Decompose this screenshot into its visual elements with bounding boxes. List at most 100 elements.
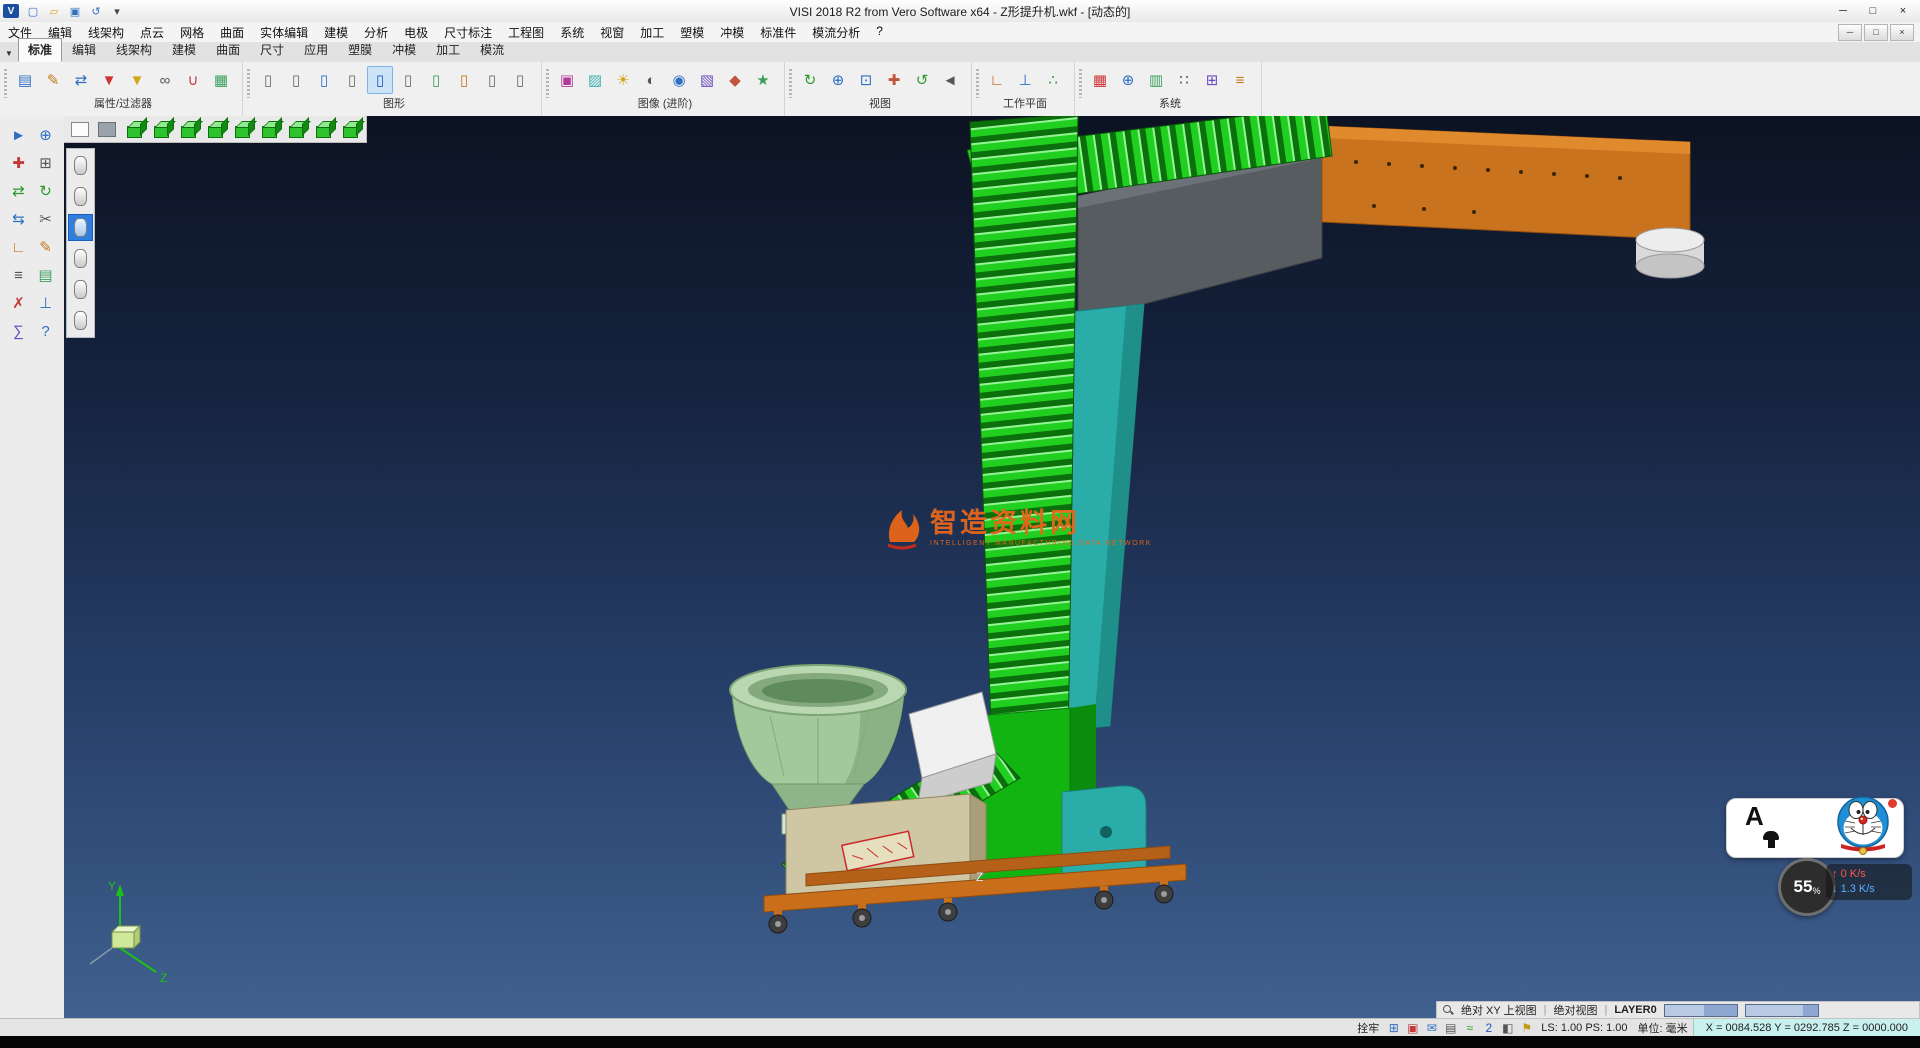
curve-display-icon[interactable]: ▯ (283, 66, 309, 94)
trim-icon[interactable]: ✂ (33, 206, 59, 232)
view-mode-label[interactable]: 绝对 XY 上视图 (1461, 1002, 1537, 1018)
camera-icon[interactable]: ◉ (666, 66, 692, 94)
save-icon[interactable]: ▣ (65, 3, 85, 20)
redraw-icon[interactable]: ↻ (797, 66, 823, 94)
rotate-icon[interactable]: ↻ (33, 178, 59, 204)
filter-yellow-icon[interactable]: ▼ (124, 66, 150, 94)
chain-filter-icon[interactable]: ∞ (152, 66, 178, 94)
material-icon[interactable]: ◆ (722, 66, 748, 94)
lighting-icon[interactable]: ☀ (610, 66, 636, 94)
workplane-icon[interactable]: ∟ (984, 66, 1010, 94)
doraemon-mascot-icon[interactable] (1835, 795, 1891, 857)
tab-mold[interactable]: 塑膜 (338, 38, 382, 62)
left-view-icon[interactable] (256, 118, 282, 141)
front-view-icon[interactable] (148, 118, 174, 141)
mesh-display-icon[interactable]: ▯ (367, 66, 393, 94)
maximize-button[interactable]: □ (1858, 1, 1888, 20)
flag-icon[interactable]: ⚑ (1517, 1021, 1536, 1035)
rotate-view-icon[interactable]: ↺ (909, 66, 935, 94)
os-taskbar[interactable] (0, 1036, 1920, 1048)
app-icon[interactable]: V (3, 4, 19, 18)
measure-icon[interactable]: ∟ (6, 234, 32, 260)
mdi-close-button[interactable]: × (1890, 24, 1914, 41)
workplane-side-icon[interactable]: ⊥ (33, 290, 59, 316)
stamp-tool-icon[interactable] (1763, 831, 1779, 848)
menu-window[interactable]: 视窗 (592, 22, 632, 43)
grid-table-icon[interactable]: ▥ (1143, 66, 1169, 94)
profile-lock-icon[interactable]: ▣ (1403, 1021, 1422, 1035)
workplane-align-icon[interactable]: ⊥ (1012, 66, 1038, 94)
point-display-icon[interactable]: ▯ (395, 66, 421, 94)
mdi-minimize-button[interactable]: ─ (1838, 24, 1862, 41)
isometric-view-icon[interactable] (121, 118, 147, 141)
tab-surface[interactable]: 曲面 (206, 38, 250, 62)
shadow-icon[interactable]: ◐ (638, 66, 664, 94)
tab-dimension[interactable]: 尺寸 (250, 38, 294, 62)
pan-icon[interactable]: ✚ (881, 66, 907, 94)
quick-access-dropdown-icon[interactable]: ▾ (107, 3, 127, 20)
snap-settings-icon[interactable]: ∷ (1171, 66, 1197, 94)
close-button[interactable]: × (1888, 1, 1918, 20)
calculator-side-icon[interactable]: ∑ (6, 318, 32, 344)
swap-attributes-icon[interactable]: ⇄ (68, 66, 94, 94)
gallery-icon[interactable]: ★ (750, 66, 776, 94)
background-icon[interactable]: ▧ (694, 66, 720, 94)
calculator-icon[interactable]: ⊞ (1199, 66, 1225, 94)
world-icon[interactable]: ⊕ (1115, 66, 1141, 94)
delete-icon[interactable]: ✗ (6, 290, 32, 316)
zoom-window-icon[interactable]: ⊡ (853, 66, 879, 94)
minimize-button[interactable]: ─ (1828, 1, 1858, 20)
menu-system[interactable]: 系统 (552, 22, 592, 43)
printer-icon[interactable]: ▤ (1441, 1021, 1460, 1035)
undo-icon[interactable]: ↺ (86, 3, 106, 20)
show-all-icon[interactable]: ▯ (451, 66, 477, 94)
filter-points-icon[interactable] (68, 183, 93, 210)
top-view-icon[interactable] (175, 118, 201, 141)
tab-wireframe[interactable]: 线架构 (106, 38, 162, 62)
search-icon[interactable] (1443, 1005, 1454, 1016)
overlay-assistant-widget[interactable]: A (1726, 798, 1904, 858)
layers-icon[interactable]: ≡ (6, 262, 32, 288)
tab-flow[interactable]: 模流 (470, 38, 514, 62)
active-layer-label[interactable]: LAYER0 (1614, 1004, 1656, 1016)
previous-view-icon[interactable]: ◄ (937, 66, 963, 94)
properties-icon[interactable]: ▤ (12, 66, 38, 94)
snap-icon[interactable]: ✚ (6, 150, 32, 176)
unblank-element-icon[interactable]: ▯ (507, 66, 533, 94)
text-tool-icon[interactable]: A (1745, 801, 1764, 832)
system-settings-icon[interactable]: ≡ (1227, 66, 1253, 94)
tab-standard[interactable]: 标准 (18, 38, 62, 62)
hide-element-icon[interactable]: ▯ (423, 66, 449, 94)
element-display-icon[interactable]: ▯ (255, 66, 281, 94)
filter-curves-icon[interactable] (68, 214, 93, 241)
menu-flow-analysis[interactable]: 模流分析 (804, 22, 868, 43)
filter-solids-icon[interactable] (68, 276, 93, 303)
status-indicator-bar-1[interactable] (1664, 1004, 1738, 1017)
open-file-icon[interactable]: ▱ (44, 3, 64, 20)
status-indicator-bar-2[interactable] (1745, 1004, 1819, 1017)
new-document-icon[interactable]: ▢ (23, 3, 43, 20)
surface-display-icon[interactable]: ▯ (311, 66, 337, 94)
mail-icon[interactable]: ✉ (1422, 1021, 1441, 1035)
tab-modeling[interactable]: 建模 (162, 38, 206, 62)
sketch-icon[interactable]: ✎ (33, 234, 59, 260)
mask-filter-icon[interactable]: ▦ (208, 66, 234, 94)
magnet-filter-icon[interactable]: ∪ (180, 66, 206, 94)
translate-icon[interactable]: ⇄ (6, 178, 32, 204)
texture-icon[interactable]: ▨ (582, 66, 608, 94)
attributes-icon[interactable]: ▤ (33, 262, 59, 288)
zoom-select-icon[interactable]: ⊕ (33, 122, 59, 148)
solid-display-icon[interactable]: ▯ (339, 66, 365, 94)
grid-icon[interactable]: ⊞ (33, 150, 59, 176)
menu-mold[interactable]: 塑模 (672, 22, 712, 43)
filter-red-icon[interactable]: ▼ (96, 66, 122, 94)
filter-meshes-icon[interactable] (68, 307, 93, 334)
single-view-icon[interactable] (94, 118, 120, 141)
tab-application[interactable]: 应用 (294, 38, 338, 62)
lock-mode-label[interactable]: 拴牢 (1352, 1020, 1384, 1036)
render-settings-icon[interactable]: ▣ (554, 66, 580, 94)
zoom-all-icon[interactable]: ⊕ (825, 66, 851, 94)
blank-element-icon[interactable]: ▯ (479, 66, 505, 94)
menu-die[interactable]: 冲模 (712, 22, 752, 43)
mdi-restore-button[interactable]: □ (1864, 24, 1888, 41)
